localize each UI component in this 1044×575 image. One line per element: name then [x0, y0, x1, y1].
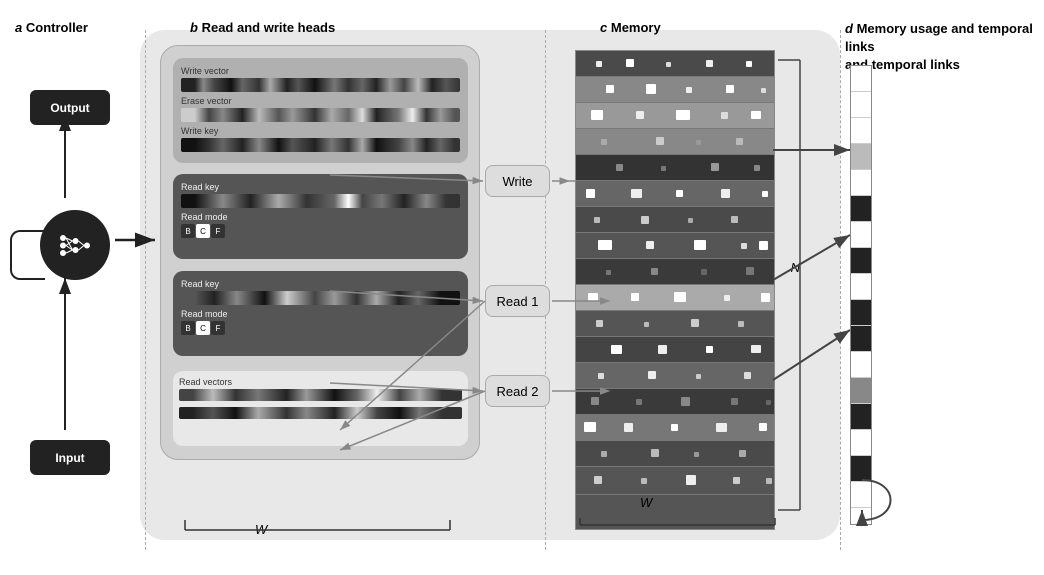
memory-row [576, 155, 774, 181]
w-bracket-memory [575, 513, 785, 543]
read-key-2-label: Read key [181, 279, 460, 289]
read-vectors-label: Read vectors [179, 377, 462, 387]
usage-cell [851, 222, 871, 248]
nn-circle [40, 210, 110, 280]
controller-label: a Controller [15, 20, 88, 35]
w-label-memory: W [640, 495, 652, 510]
memory-row [576, 103, 774, 129]
divider-a-b [145, 30, 146, 550]
rw-label: b Read and write heads [190, 20, 335, 35]
memory-section: c Memory [560, 10, 820, 565]
usage-section: d Memory usage and temporal links and te… [840, 10, 1040, 565]
write-op-box: Write [485, 165, 550, 197]
read-mode-1-label: Read mode [181, 212, 460, 222]
usage-cell [851, 196, 871, 222]
mode-btn-f-2[interactable]: F [211, 321, 225, 335]
read-key-1-strip [181, 194, 460, 208]
mode-btn-f-1[interactable]: F [211, 224, 225, 238]
memory-row [576, 181, 774, 207]
usage-cell [851, 378, 871, 404]
write-vector-label: Write vector [181, 66, 460, 76]
read-mode-1-buttons: B C F [181, 224, 460, 238]
read1-op-box: Read 1 [485, 285, 550, 317]
write-vector-strip [181, 78, 460, 92]
memory-row [576, 389, 774, 415]
usage-cell [851, 92, 871, 118]
n-label: N [791, 260, 800, 275]
mode-btn-b-2[interactable]: B [181, 321, 195, 335]
read-vectors-box: Read vectors [173, 371, 468, 446]
output-box: Output [30, 90, 110, 125]
memory-row [576, 129, 774, 155]
mode-btn-c-2[interactable]: C [196, 321, 210, 335]
memory-row [576, 285, 774, 311]
memory-row [576, 259, 774, 285]
memory-row [576, 233, 774, 259]
memory-row [576, 441, 774, 467]
rw-section: b Read and write heads Write vector Eras… [150, 10, 540, 565]
memory-grid [575, 50, 775, 530]
memory-row [576, 77, 774, 103]
read-key-2-strip [181, 291, 460, 305]
usage-cell [851, 248, 871, 274]
usage-cell [851, 482, 871, 508]
rw-box: Write vector Erase vector Write key Read… [160, 45, 480, 460]
usage-strip [850, 65, 872, 525]
erase-vector-strip [181, 108, 460, 122]
read-mode-2-label: Read mode [181, 309, 460, 319]
write-key-label: Write key [181, 126, 460, 136]
read-key-1-label: Read key [181, 182, 460, 192]
usage-cell [851, 274, 871, 300]
memory-label: c Memory [600, 20, 661, 35]
usage-cell [851, 170, 871, 196]
usage-cell [851, 144, 871, 170]
usage-label: d Memory usage and temporal links and te… [845, 20, 1040, 75]
read-head-2-box: Read key Read mode B C F [173, 271, 468, 356]
memory-row [576, 467, 774, 495]
read-head-1-box: Read key Read mode B C F [173, 174, 468, 259]
read2-op-box: Read 2 [485, 375, 550, 407]
input-box: Input [30, 440, 110, 475]
nn-icon [53, 223, 98, 268]
self-loop-arrow [10, 230, 45, 280]
memory-row [576, 337, 774, 363]
controller-section: a Controller Output [10, 10, 145, 565]
memory-row [576, 363, 774, 389]
read-vec-1-strip [179, 389, 462, 401]
memory-row [576, 207, 774, 233]
write-key-strip [181, 138, 460, 152]
usage-cell [851, 66, 871, 92]
mode-btn-b-1[interactable]: B [181, 224, 195, 238]
erase-vector-label: Erase vector [181, 96, 460, 106]
read-mode-2-buttons: B C F [181, 321, 460, 335]
usage-cell [851, 430, 871, 456]
memory-row [576, 51, 774, 77]
memory-row [576, 311, 774, 337]
usage-cell [851, 404, 871, 430]
memory-row [576, 415, 774, 441]
write-head-box: Write vector Erase vector Write key [173, 58, 468, 163]
usage-cell [851, 118, 871, 144]
read-vec-2-strip [179, 407, 462, 419]
diagram-container: a Controller Output [0, 0, 1044, 575]
usage-cell [851, 352, 871, 378]
usage-cell [851, 300, 871, 326]
mode-btn-c-1[interactable]: C [196, 224, 210, 238]
w-bracket-rw [170, 515, 470, 550]
usage-cell [851, 456, 871, 482]
usage-cell [851, 326, 871, 352]
